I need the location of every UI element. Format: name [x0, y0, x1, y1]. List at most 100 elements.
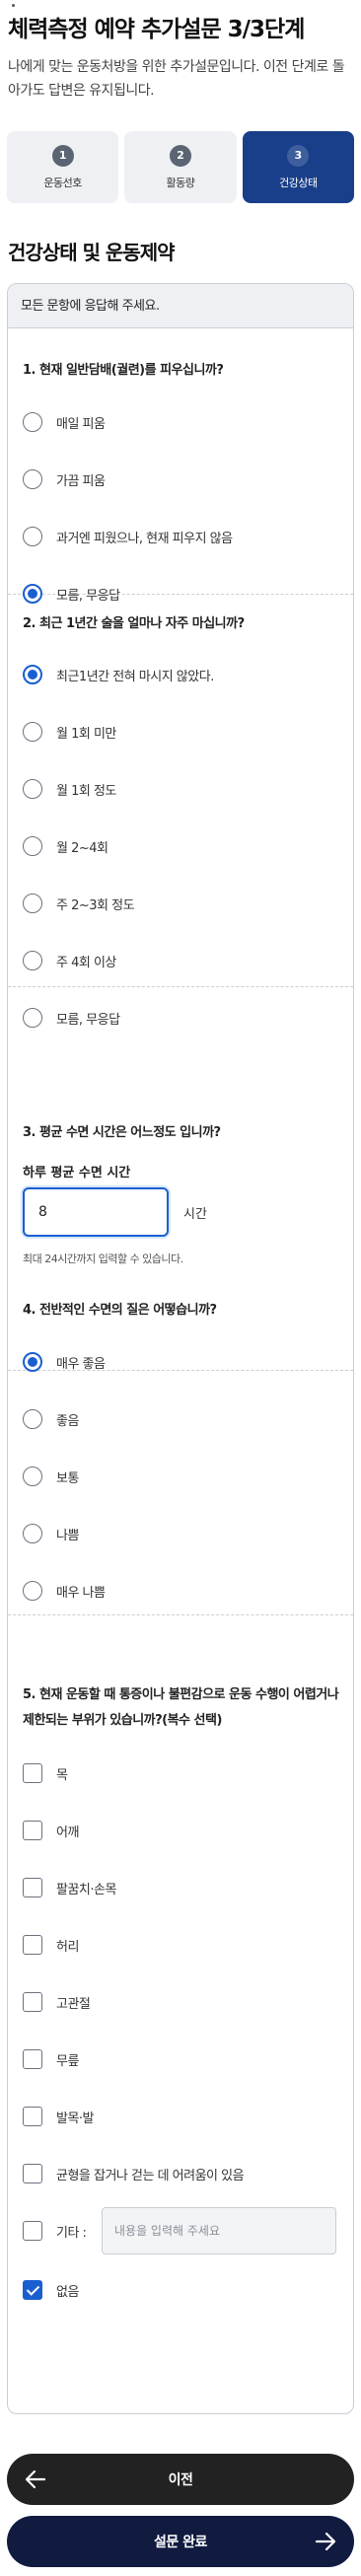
- step-label: 운동선호: [43, 176, 82, 189]
- step-indicator: 1 운동선호 2 활동량 3 건강상태: [7, 131, 354, 203]
- option-label: 최근1년간 전혀 마시지 않았다.: [56, 669, 214, 684]
- checkbox[interactable]: [23, 2049, 42, 2069]
- q2-option[interactable]: 모름, 무응답: [23, 1005, 120, 1031]
- checkbox[interactable]: [23, 1821, 42, 1840]
- option-label: 어깨: [56, 1825, 79, 1840]
- radio-button[interactable]: [23, 779, 42, 799]
- q4-option[interactable]: 매우 나쁨: [23, 1578, 106, 1604]
- checkbox[interactable]: [23, 2164, 42, 2183]
- radio-button[interactable]: [23, 527, 42, 546]
- page-intro: 나에게 맞는 운동처방을 위한 추가설문입니다. 이전 단계로 돌아가도 답변은…: [8, 59, 345, 99]
- q5-option[interactable]: 허리: [23, 1932, 79, 1958]
- radio-button[interactable]: [23, 1581, 42, 1601]
- radio-button[interactable]: [23, 722, 42, 742]
- option-label: 균형을 잡거나 걷는 데 어려움이 있음: [56, 2168, 245, 2183]
- question-title: 4. 전반적인 수면의 질은 어떻습니까?: [23, 1303, 217, 1318]
- radio-button[interactable]: [23, 412, 42, 432]
- q1-option[interactable]: 가끔 피움: [23, 466, 106, 492]
- prev-button[interactable]: 이전: [7, 2454, 354, 2505]
- radio-button[interactable]: [23, 894, 42, 913]
- q5-option[interactable]: 고관절: [23, 1989, 91, 2015]
- option-label: 월 1회 미만: [56, 726, 116, 742]
- checkbox[interactable]: [23, 1763, 42, 1783]
- q5-option[interactable]: 팔꿈치·손목: [23, 1875, 116, 1900]
- question-4: 4. 전반적인 수면의 질은 어떻습니까? 매우 좋음 좋음 보통 나쁨 매우 …: [8, 1280, 353, 1615]
- option-label: 고관절: [56, 1996, 91, 2012]
- step-2[interactable]: 2 활동량: [124, 131, 237, 203]
- radio-button[interactable]: [23, 1409, 42, 1429]
- sleep-hours-label: 하루 평균 수면 시간: [23, 1166, 131, 1181]
- option-label: 모름, 무응답: [56, 1012, 120, 1028]
- option-label: 없음: [56, 2284, 79, 2300]
- other-label: 기타 :: [56, 2225, 87, 2241]
- checkbox[interactable]: [23, 1878, 42, 1897]
- question-2: 2. 최근 1년간 술을 얼마나 자주 마십니까? 최근1년간 전혀 마시지 않…: [8, 595, 353, 1028]
- checkbox[interactable]: [23, 2221, 42, 2241]
- radio-button[interactable]: [23, 1008, 42, 1028]
- q2-option[interactable]: 월 2~4회: [23, 833, 108, 859]
- q1-option[interactable]: 매일 피움: [23, 409, 106, 435]
- arrow-right-icon: [315, 2532, 336, 2551]
- arrow-left-icon: [25, 2469, 46, 2489]
- survey-card: 모든 문항에 응답해 주세요. 1. 현재 일반담배(궐련)를 피우십니까? 매…: [7, 283, 354, 2414]
- q5-option-none-selected[interactable]: 없음: [23, 2277, 79, 2303]
- option-label: 가끔 피움: [56, 473, 106, 489]
- q2-option[interactable]: 월 1회 미만: [23, 719, 116, 745]
- q5-option[interactable]: 목: [23, 1760, 68, 1786]
- q2-option[interactable]: 주 2~3회 정도: [23, 891, 135, 916]
- step-number: 3: [287, 144, 310, 167]
- option-label: 주 4회 이상: [56, 955, 116, 970]
- sleep-hours-hint: 최대 24시간까지 입력할 수 있습니다.: [23, 1252, 183, 1265]
- q5-option-other[interactable]: 기타 :: [23, 2218, 87, 2244]
- checkbox[interactable]: [23, 2107, 42, 2126]
- question-title: 5. 현재 운동할 때 통증이나 불편감으로 운동 수행이 어렵거나 제한되는 …: [23, 1687, 339, 1728]
- radio-button-selected[interactable]: [23, 1352, 42, 1372]
- q4-option[interactable]: 보통: [23, 1464, 79, 1489]
- step-label: 건강상태: [279, 176, 318, 189]
- q5-option[interactable]: 어깨: [23, 1818, 79, 1843]
- q5-option[interactable]: 발목·발: [23, 2104, 95, 2129]
- q4-option[interactable]: 나쁨: [23, 1521, 79, 1546]
- notice-banner: 모든 문항에 응답해 주세요.: [8, 284, 353, 328]
- step-1[interactable]: 1 운동선호: [7, 131, 119, 203]
- q4-option-selected[interactable]: 매우 좋음: [23, 1349, 106, 1375]
- option-label: 목: [56, 1767, 68, 1783]
- q4-option[interactable]: 좋음: [23, 1406, 79, 1432]
- radio-button[interactable]: [23, 469, 42, 489]
- q2-option[interactable]: 주 4회 이상: [23, 948, 116, 973]
- q1-option[interactable]: 과거엔 피웠으나, 현재 피우지 않음: [23, 524, 233, 549]
- option-label: 매우 나쁨: [56, 1585, 106, 1601]
- radio-button[interactable]: [23, 1467, 42, 1486]
- option-label: 좋음: [56, 1413, 79, 1429]
- option-label: 월 1회 정도: [56, 783, 116, 799]
- radio-button[interactable]: [23, 951, 42, 970]
- option-label: 월 2~4회: [56, 840, 108, 856]
- q5-option[interactable]: 균형을 잡거나 걷는 데 어려움이 있음: [23, 2161, 245, 2186]
- radio-button-selected[interactable]: [23, 665, 42, 684]
- q2-option[interactable]: 월 1회 정도: [23, 776, 116, 802]
- question-title: 2. 최근 1년간 술을 얼마나 자주 마십니까?: [23, 616, 245, 631]
- checkbox-checked[interactable]: [23, 2280, 42, 2300]
- page-title: 체력측정 예약 추가설문 3/3단계: [8, 17, 305, 42]
- question-title: 3. 평균 수면 시간은 어느정도 입니까?: [23, 1125, 221, 1140]
- q5-option[interactable]: 무릎: [23, 2046, 79, 2072]
- sleep-hours-unit: 시간: [183, 1207, 207, 1222]
- option-label: 발목·발: [56, 2111, 95, 2126]
- radio-button[interactable]: [23, 1524, 42, 1543]
- option-label: 나쁨: [56, 1528, 79, 1543]
- sleep-hours-input[interactable]: [23, 1187, 169, 1237]
- step-3-current[interactable]: 3 건강상태: [242, 131, 354, 203]
- other-text-input[interactable]: [102, 2207, 336, 2254]
- checkbox[interactable]: [23, 1935, 42, 1955]
- option-label: 보통: [56, 1470, 79, 1486]
- question-title: 1. 현재 일반담배(궐련)를 피우십니까?: [23, 363, 224, 378]
- radio-button[interactable]: [23, 836, 42, 856]
- step-number: 2: [169, 144, 191, 167]
- question-1: 1. 현재 일반담배(궐련)를 피우십니까? 매일 피움 가끔 피움 과거엔 피…: [8, 328, 353, 604]
- question-5: 5. 현재 운동할 때 통증이나 불편감으로 운동 수행이 어렵거나 제한되는 …: [8, 1665, 353, 2413]
- q2-option-selected[interactable]: 최근1년간 전혀 마시지 않았다.: [23, 662, 214, 687]
- submit-button[interactable]: 설문 완료: [7, 2516, 354, 2567]
- checkbox[interactable]: [23, 1992, 42, 2012]
- prev-button-label: 이전: [168, 2472, 193, 2488]
- option-label: 과거엔 피웠으나, 현재 피우지 않음: [56, 531, 233, 546]
